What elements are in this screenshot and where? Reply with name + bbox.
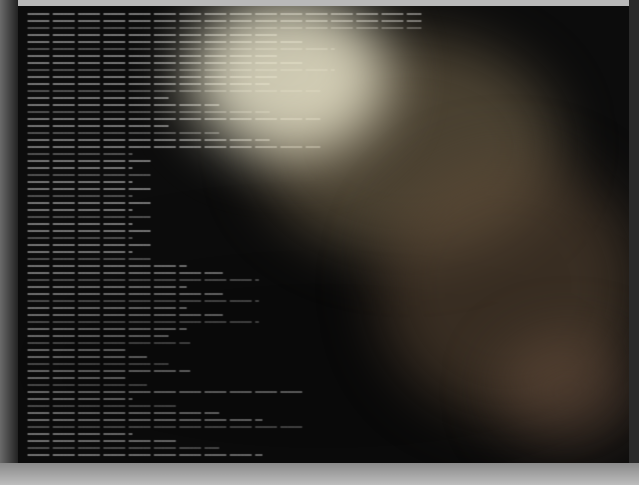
monitor-right-bezel: [629, 0, 639, 485]
glare-bottom-reflection: [498, 336, 629, 446]
monitor-bottom-bezel: [0, 463, 639, 485]
photo-frame: ▁▁▁▁▁▁ ▁▁▁▁▁▁ ▁▁▁▁▁▁ ▁▁▁▁▁▁ ▁▁▁▁▁▁ ▁▁▁▁▁…: [0, 0, 639, 485]
monitor-screen: ▁▁▁▁▁▁ ▁▁▁▁▁▁ ▁▁▁▁▁▁ ▁▁▁▁▁▁ ▁▁▁▁▁▁ ▁▁▁▁▁…: [18, 6, 629, 463]
monitor-left-bezel: [0, 0, 18, 485]
